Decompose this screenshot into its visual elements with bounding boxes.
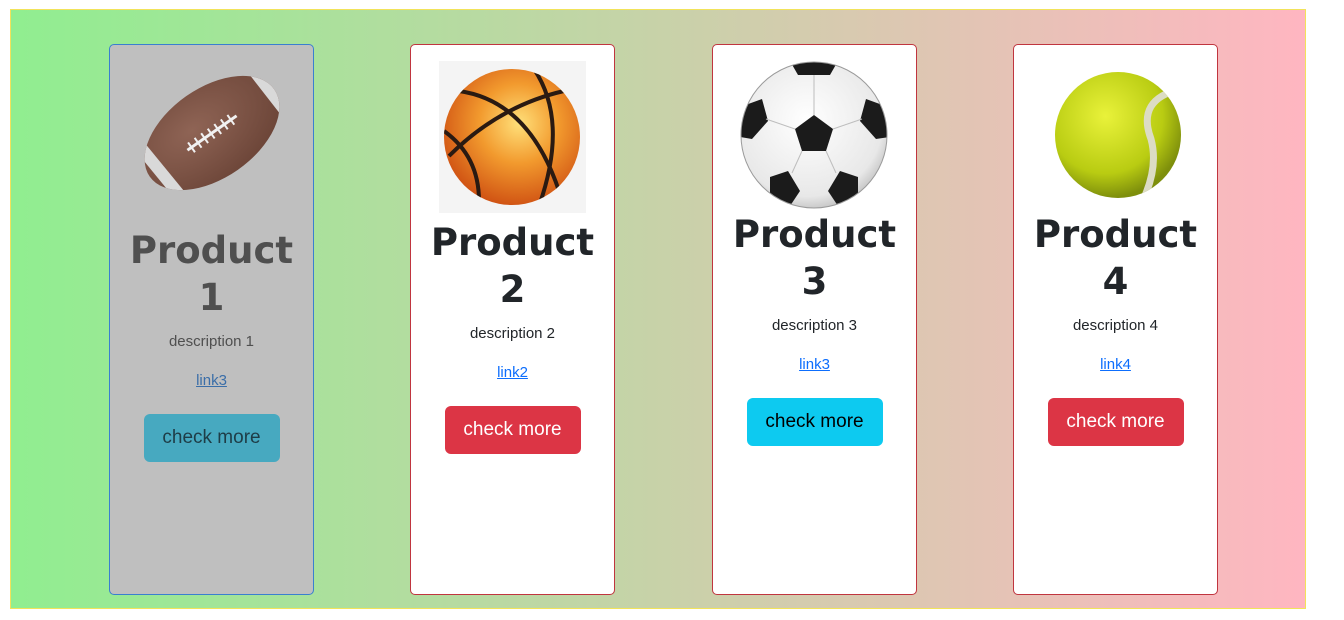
product-card-1[interactable]: Product 1 description 1 link3 check more	[109, 44, 314, 595]
check-more-button[interactable]: check more	[746, 398, 883, 446]
product-description: description 4	[1072, 317, 1159, 334]
product-link[interactable]: link3	[196, 372, 227, 389]
products-container: Product 1 description 1 link3 check more	[10, 9, 1306, 609]
product-title: Product	[430, 221, 595, 264]
tennis-ball-icon	[1054, 72, 1181, 198]
product-image-2	[439, 61, 586, 213]
football-icon	[131, 64, 292, 202]
basketball-icon	[444, 69, 580, 205]
product-description: description 1	[168, 333, 255, 350]
product-card-3[interactable]: Product 3 description 3 link3 check more	[712, 44, 917, 595]
product-title: Product	[129, 229, 294, 272]
product-number: 4	[1102, 260, 1129, 303]
product-image-3	[740, 59, 890, 211]
product-number: 1	[198, 276, 225, 319]
check-more-button[interactable]: check more	[1047, 398, 1184, 446]
product-number: 3	[801, 260, 828, 303]
product-number: 2	[499, 268, 526, 311]
product-card-4[interactable]: Product 4 description 4 link4 check more	[1013, 44, 1218, 595]
product-description: description 2	[469, 325, 556, 342]
product-card-2[interactable]: Product 2 description 2 link2 check more	[410, 44, 615, 595]
product-link[interactable]: link4	[1100, 356, 1131, 373]
product-link[interactable]: link3	[799, 356, 830, 373]
soccer-ball-icon	[740, 61, 887, 209]
product-title: Product	[732, 213, 897, 256]
product-image-1	[131, 45, 292, 223]
check-more-button[interactable]: check more	[143, 414, 280, 462]
product-link[interactable]: link2	[497, 364, 528, 381]
check-more-button[interactable]: check more	[444, 406, 581, 454]
product-image-4	[1041, 59, 1191, 211]
product-title: Product	[1033, 213, 1198, 256]
product-description: description 3	[771, 317, 858, 334]
